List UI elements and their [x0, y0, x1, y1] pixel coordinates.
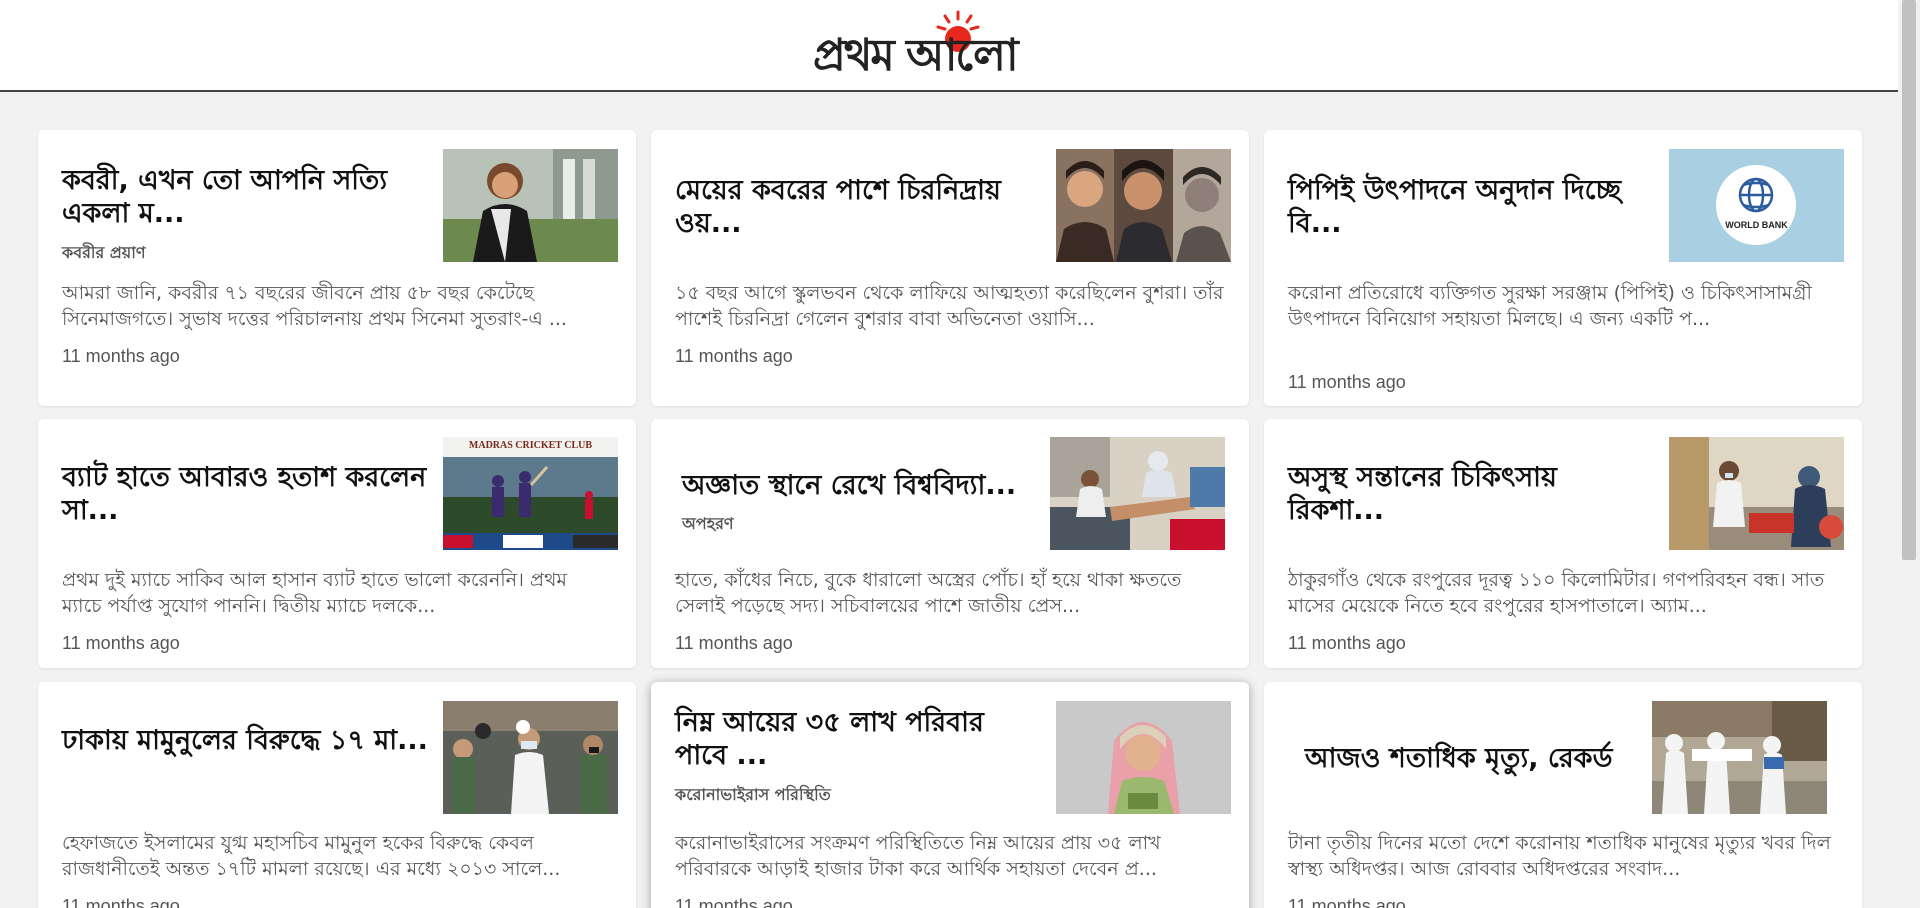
news-card-title[interactable]: অজ্ঞাত স্থানে রেখে বিশ্ববিদ্যা... [682, 469, 1052, 502]
news-card[interactable]: ব্যাট হাতে আবারও হতাশ করলেন সা... MADRAS… [38, 419, 636, 668]
actress-portrait-image[interactable] [443, 149, 618, 262]
news-card[interactable]: পিপিই উৎপাদনে অনুদান দিচ্ছে বি... WORLD … [1264, 130, 1862, 406]
news-card-excerpt: প্রথম দুই ম্যাচে সাকিব আল হাসান ব্যাট হা… [62, 569, 567, 617]
news-card-tag[interactable]: কবরীর প্রয়াণ [62, 240, 146, 267]
news-card-title[interactable]: আজও শতাধিক মৃত্যু, রেকর্ড [1305, 742, 1655, 775]
prothom-alo-logo[interactable]: প্রথম আলো [813, 10, 1085, 81]
page-scrollbar[interactable] [1898, 0, 1920, 908]
news-card-title[interactable]: ঢাকায় মামুনুলের বিরুদ্ধে ১৭ মা... [62, 724, 432, 757]
news-card[interactable]: কবরী, এখন তো আপনি সত্যি একলা ম... কবরীর … [38, 130, 636, 406]
news-card-time: 11 months ago [675, 896, 793, 908]
ppe-workers-image[interactable] [1652, 701, 1827, 814]
news-card[interactable]: অসুস্থ সন্তানের চিকিৎসায় রিকশা... ঠাকুর… [1264, 419, 1862, 668]
scrollbar-thumb[interactable] [1902, 0, 1916, 560]
news-card-excerpt: করোনাভাইরাসের সংক্রমণ পরিস্থিতিতে নিম্ন … [675, 832, 1161, 880]
news-card[interactable]: আজও শতাধিক মৃত্যু, রেকর্ড টানা তৃতীয় দি… [1264, 682, 1862, 908]
news-card-excerpt: আমরা জানি, কবরীর ৭১ বছরের জীবনে প্রায় ৫… [62, 282, 567, 330]
news-card-time: 11 months ago [62, 346, 180, 366]
news-card-title[interactable]: অসুস্থ সন্তানের চিকিৎসায় রিকশা... [1288, 461, 1658, 527]
hospital-family-image[interactable] [1669, 437, 1844, 550]
news-card-tag[interactable]: করোনাভাইরাস পরিস্থিতি [675, 782, 831, 809]
prime-minister-portrait-image[interactable] [1056, 701, 1231, 814]
news-card[interactable]: মেয়ের কবরের পাশে চিরনিদ্রায় ওয়... ১৫ … [651, 130, 1249, 406]
news-card[interactable]: অজ্ঞাত স্থানে রেখে বিশ্ববিদ্যা... অপহরণ … [651, 419, 1249, 668]
news-card-time: 11 months ago [1288, 633, 1406, 653]
cricket-club-banner: MADRAS CRICKET CLUB [468, 440, 593, 451]
world-bank-label: WORLD BANK [1725, 220, 1788, 230]
news-card-time: 11 months ago [1288, 372, 1406, 392]
site-header: প্রথম আলো [0, 0, 1898, 92]
news-card-title[interactable]: নিম্ন আয়ের ৩৫ লাখ পরিবার পাবে ... [675, 706, 1045, 772]
news-card-excerpt: ১৫ বছর আগে স্কুলভবন থেকে লাফিয়ে আত্মহত্… [675, 282, 1224, 330]
news-card[interactable]: নিম্ন আয়ের ৩৫ লাখ পরিবার পাবে ... করোনা… [651, 682, 1249, 908]
cricket-match-image[interactable]: MADRAS CRICKET CLUB [443, 437, 618, 550]
news-card-title[interactable]: পিপিই উৎপাদনে অনুদান দিচ্ছে বি... [1288, 174, 1658, 240]
news-card[interactable]: ঢাকায় মামুনুলের বিরুদ্ধে ১৭ মা... হেফাজ… [38, 682, 636, 908]
news-card-excerpt: করোনা প্রতিরোধে ব্যক্তিগত সুরক্ষা সরঞ্জা… [1288, 282, 1812, 330]
news-card-time: 11 months ago [62, 633, 180, 653]
news-card-title[interactable]: ব্যাট হাতে আবারও হতাশ করলেন সা... [62, 461, 432, 527]
logo-text: প্রথম আলো [813, 30, 1019, 81]
news-card-excerpt: হেফাজতে ইসলামের যুগ্ম মহাসচিব মামুনুল হক… [62, 832, 561, 880]
news-card-time: 11 months ago [1288, 896, 1406, 908]
news-card-excerpt: হাতে, কাঁধের নিচে, বুকে ধারালো অস্ত্রের … [675, 569, 1182, 617]
news-card-title[interactable]: কবরী, এখন তো আপনি সত্যি একলা ম... [62, 164, 432, 230]
actor-collage-image[interactable] [1056, 149, 1231, 262]
news-card-excerpt: টানা তৃতীয় দিনের মতো দেশে করোনায় শতাধি… [1288, 832, 1831, 880]
news-card-time: 11 months ago [675, 346, 793, 366]
police-escort-image[interactable] [443, 701, 618, 814]
hospital-treatment-image[interactable] [1050, 437, 1225, 550]
world-bank-logo-image[interactable]: WORLD BANK [1669, 149, 1844, 262]
news-card-excerpt: ঠাকুরগাঁও থেকে রংপুরের দূরত্ব ১১০ কিলোমি… [1288, 569, 1825, 617]
news-card-title[interactable]: মেয়ের কবরের পাশে চিরনিদ্রায় ওয়... [675, 174, 1045, 240]
news-card-tag[interactable]: অপহরণ [682, 511, 734, 538]
news-card-time: 11 months ago [62, 896, 180, 908]
news-card-time: 11 months ago [675, 633, 793, 653]
